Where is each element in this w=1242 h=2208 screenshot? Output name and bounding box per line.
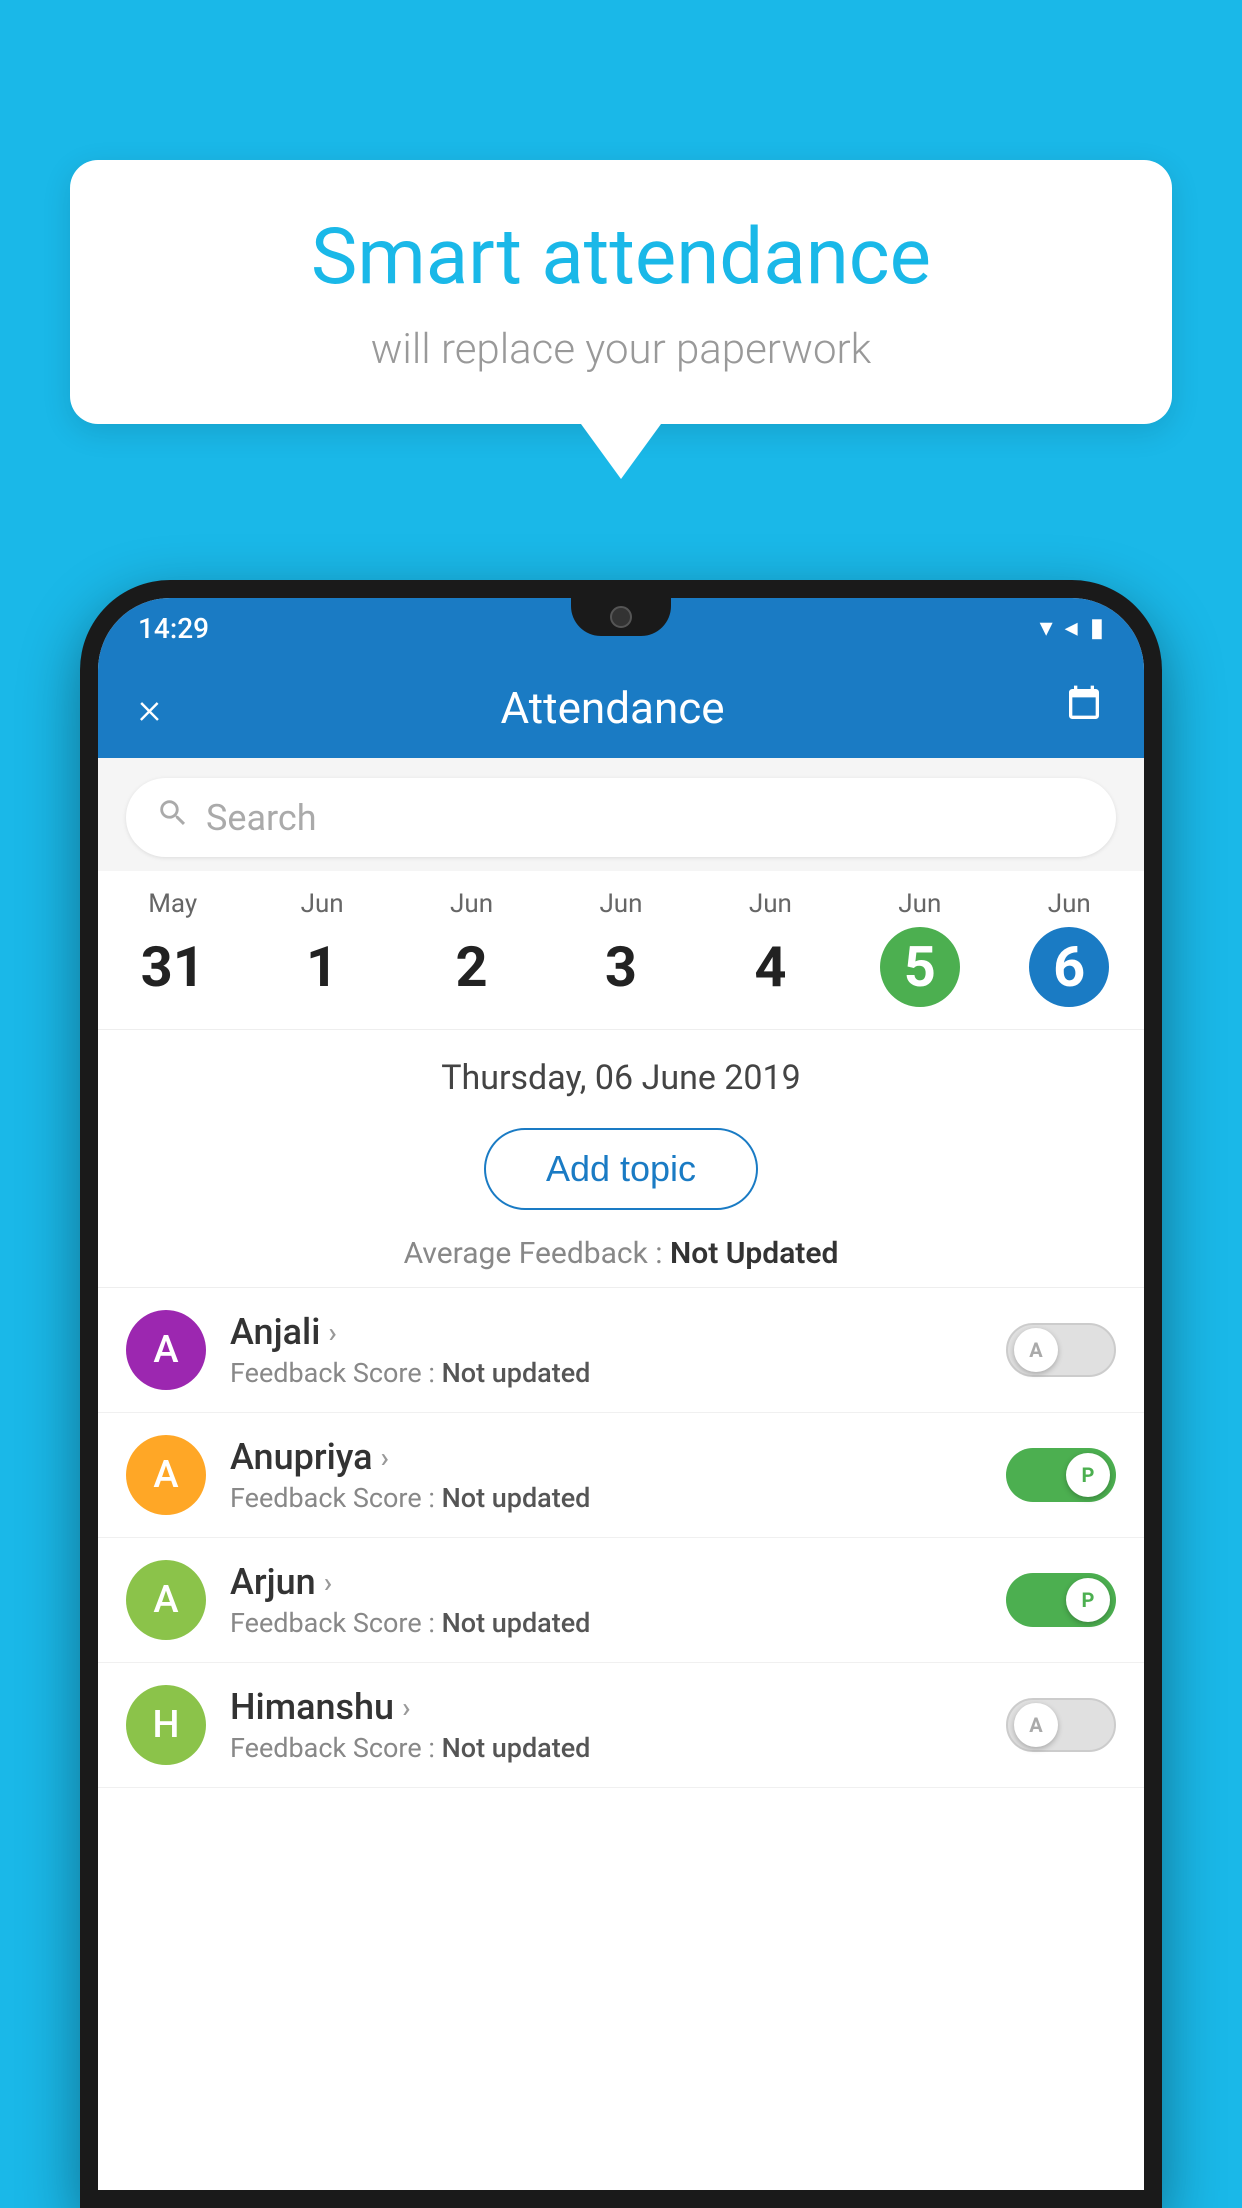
attendance-toggle[interactable]: A	[1006, 1323, 1116, 1377]
avg-feedback-value: Not Updated	[670, 1236, 838, 1271]
notch	[571, 598, 671, 636]
bubble-title: Smart attendance	[130, 215, 1112, 301]
date-item[interactable]: Jun 5	[845, 881, 994, 1015]
date-day: 3	[581, 927, 661, 1007]
toggle-knob: A	[1014, 1328, 1058, 1372]
date-month: Jun	[700, 889, 841, 919]
date-scroll: May 31 Jun 1 Jun 2 Jun 3 Jun 4 Jun 5 Jun 6	[98, 871, 1144, 1030]
search-placeholder: Search	[206, 797, 317, 839]
toggle[interactable]: A	[1006, 1698, 1116, 1752]
date-month: May	[102, 889, 243, 919]
add-topic-container: Add topic	[98, 1110, 1144, 1228]
date-month: Jun	[999, 889, 1140, 919]
student-name: Anupriya ›	[230, 1436, 982, 1478]
date-item[interactable]: Jun 6	[995, 881, 1144, 1015]
date-day: 31	[133, 927, 213, 1007]
signal-icon: ◂	[1065, 613, 1078, 643]
date-day: 4	[730, 927, 810, 1007]
feedback-score: Feedback Score : Not updated	[230, 1607, 982, 1639]
student-item[interactable]: A Anupriya › Feedback Score : Not updated P	[98, 1413, 1144, 1538]
phone-screen: 14:29 ▾ ◂ ▮ × Attendance	[98, 598, 1144, 2190]
attendance-toggle[interactable]: P	[1006, 1573, 1116, 1627]
speech-bubble: Smart attendance will replace your paper…	[70, 160, 1172, 424]
speech-bubble-section: Smart attendance will replace your paper…	[70, 160, 1172, 479]
feedback-score: Feedback Score : Not updated	[230, 1357, 982, 1389]
avatar: H	[126, 1685, 206, 1765]
chevron-icon: ›	[324, 1566, 332, 1599]
student-item[interactable]: A Arjun › Feedback Score : Not updated P	[98, 1538, 1144, 1663]
student-item[interactable]: A Anjali › Feedback Score : Not updated A	[98, 1288, 1144, 1413]
date-month: Jun	[401, 889, 542, 919]
date-item[interactable]: Jun 4	[696, 881, 845, 1015]
avg-feedback-label: Average Feedback :	[404, 1236, 670, 1271]
toggle-knob: P	[1066, 1453, 1110, 1497]
close-button[interactable]: ×	[138, 682, 161, 734]
bubble-tail	[581, 424, 661, 479]
camera	[610, 606, 632, 628]
toggle[interactable]: P	[1006, 1573, 1116, 1627]
date-item[interactable]: May 31	[98, 881, 247, 1015]
student-info: Himanshu › Feedback Score : Not updated	[230, 1686, 982, 1764]
search-input-wrapper[interactable]: Search	[126, 778, 1116, 857]
student-info: Anupriya › Feedback Score : Not updated	[230, 1436, 982, 1514]
student-list: AAnjali ›Feedback Score : Not updatedAAA…	[98, 1288, 1144, 1788]
avatar: A	[126, 1310, 206, 1390]
chevron-icon: ›	[328, 1316, 336, 1349]
date-item[interactable]: Jun 3	[546, 881, 695, 1015]
avg-feedback: Average Feedback : Not Updated	[98, 1228, 1144, 1288]
student-name: Himanshu ›	[230, 1686, 982, 1728]
student-info: Arjun › Feedback Score : Not updated	[230, 1561, 982, 1639]
date-month: Jun	[550, 889, 691, 919]
avatar: A	[126, 1560, 206, 1640]
date-month: Jun	[849, 889, 990, 919]
selected-date-info: Thursday, 06 June 2019	[98, 1030, 1144, 1110]
date-month: Jun	[251, 889, 392, 919]
student-name: Anjali ›	[230, 1311, 982, 1353]
attendance-toggle[interactable]: P	[1006, 1448, 1116, 1502]
toggle-knob: A	[1014, 1703, 1058, 1747]
date-item[interactable]: Jun 1	[247, 881, 396, 1015]
bubble-subtitle: will replace your paperwork	[130, 325, 1112, 374]
toggle[interactable]: A	[1006, 1323, 1116, 1377]
attendance-toggle[interactable]: A	[1006, 1698, 1116, 1752]
avatar: A	[126, 1435, 206, 1515]
date-day: 6	[1029, 927, 1109, 1007]
chevron-icon: ›	[381, 1441, 389, 1474]
toggle-knob: P	[1066, 1578, 1110, 1622]
toggle[interactable]: P	[1006, 1448, 1116, 1502]
feedback-score: Feedback Score : Not updated	[230, 1482, 982, 1514]
status-bar: 14:29 ▾ ◂ ▮	[98, 598, 1144, 658]
battery-icon: ▮	[1090, 613, 1104, 643]
add-topic-button[interactable]: Add topic	[484, 1128, 758, 1210]
status-time: 14:29	[138, 612, 209, 645]
date-item[interactable]: Jun 2	[397, 881, 546, 1015]
app-header: × Attendance	[98, 658, 1144, 758]
date-day: 2	[432, 927, 512, 1007]
search-section: Search	[98, 758, 1144, 871]
search-icon	[156, 796, 190, 839]
date-day: 1	[282, 927, 362, 1007]
student-item[interactable]: H Himanshu › Feedback Score : Not updated A	[98, 1663, 1144, 1788]
wifi-icon: ▾	[1040, 613, 1053, 643]
calendar-button[interactable]	[1064, 684, 1104, 733]
status-icons: ▾ ◂ ▮	[1040, 613, 1104, 643]
chevron-icon: ›	[402, 1691, 410, 1724]
header-title: Attendance	[500, 682, 724, 734]
student-info: Anjali › Feedback Score : Not updated	[230, 1311, 982, 1389]
student-name: Arjun ›	[230, 1561, 982, 1603]
feedback-score: Feedback Score : Not updated	[230, 1732, 982, 1764]
selected-date: Thursday, 06 June 2019	[441, 1058, 801, 1098]
phone-frame: 14:29 ▾ ◂ ▮ × Attendance	[80, 580, 1162, 2208]
date-day: 5	[880, 927, 960, 1007]
